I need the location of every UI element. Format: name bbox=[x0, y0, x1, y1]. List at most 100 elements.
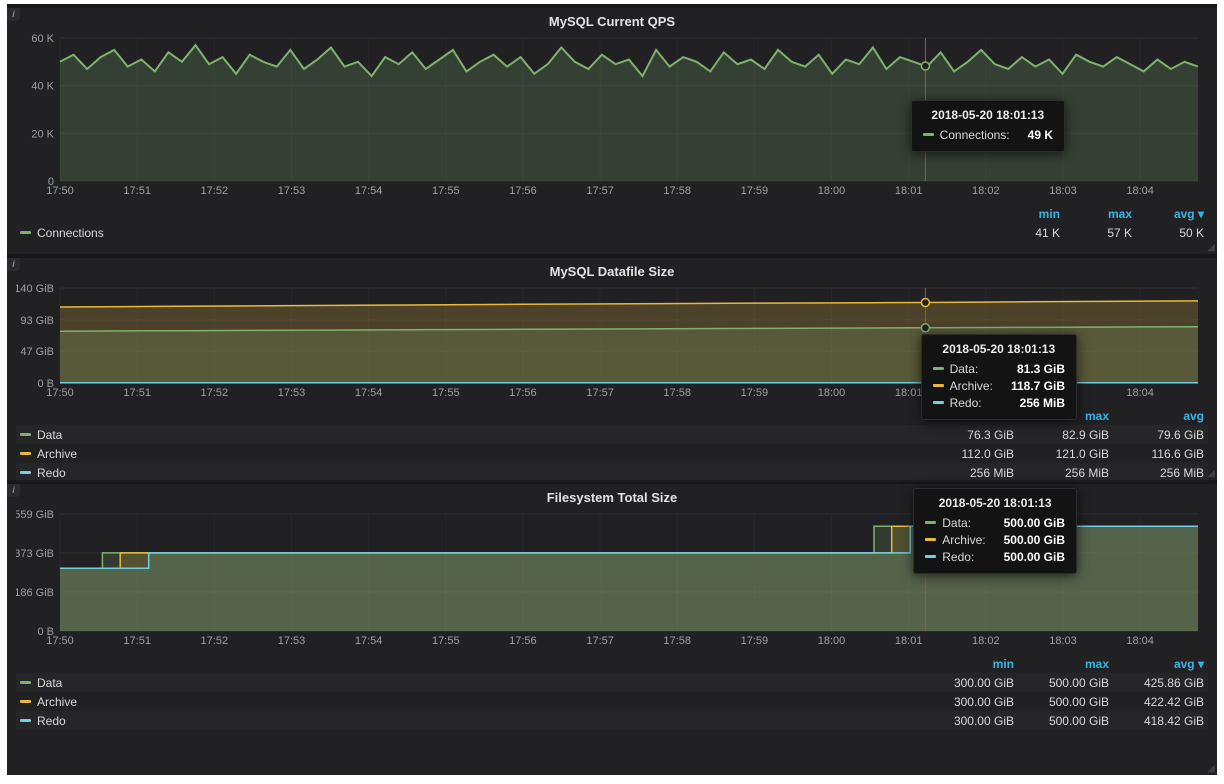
y-tick-label: 0 B bbox=[37, 626, 54, 638]
legend-min-value: 300.00 GiB bbox=[919, 695, 1014, 709]
series-color-swatch-icon bbox=[925, 538, 936, 541]
y-tick-label: 0 B bbox=[37, 378, 54, 390]
x-tick-label: 17:57 bbox=[586, 185, 614, 197]
x-tick-label: 18:00 bbox=[818, 185, 846, 197]
legend-min-value: 300.00 GiB bbox=[919, 676, 1014, 690]
legend-max-value: 121.0 GiB bbox=[1014, 447, 1109, 461]
tooltip-label-text: Redo: bbox=[950, 396, 982, 410]
tooltip-series-row: Connections:49 K bbox=[923, 127, 1053, 144]
grafana-dashboard: i MySQL Current QPS 17:5017:5117:5217:53… bbox=[7, 4, 1217, 775]
legend-max-value: 500.00 GiB bbox=[1014, 695, 1109, 709]
x-tick-label: 18:00 bbox=[818, 387, 846, 399]
x-tick-label: 18:03 bbox=[1049, 185, 1077, 197]
legend-series-row: Data76.3 GiB82.9 GiB79.6 GiB bbox=[16, 425, 1208, 444]
x-tick-label: 17:57 bbox=[586, 635, 614, 647]
legend-header-avg[interactable]: avg bbox=[1109, 409, 1204, 423]
y-tick-label: 93 GiB bbox=[20, 315, 54, 327]
chart-tooltip: 2018-05-20 18:01:13 Data:81.3 GiBArchive:… bbox=[921, 334, 1077, 420]
tooltip-label-text: Archive: bbox=[950, 379, 993, 393]
legend-series-name: Archive bbox=[37, 695, 77, 709]
x-tick-label: 17:52 bbox=[201, 387, 229, 399]
x-tick-label: 17:54 bbox=[355, 185, 383, 197]
panel-info-icon[interactable]: i bbox=[7, 8, 20, 21]
legend-series-toggle[interactable]: Archive bbox=[20, 695, 919, 709]
x-tick-label: 17:55 bbox=[432, 387, 460, 399]
legend-header-avg[interactable]: avg ▾ bbox=[1132, 207, 1204, 221]
x-tick-label: 17:52 bbox=[201, 185, 229, 197]
series-color-swatch-icon bbox=[20, 681, 31, 684]
legend-series-row: Redo300.00 GiB500.00 GiB418.42 GiB bbox=[16, 711, 1208, 730]
legend-header-row: minmaxavg ▾ bbox=[16, 654, 1208, 673]
x-tick-label: 17:58 bbox=[663, 635, 691, 647]
tooltip-value: 500.00 GiB bbox=[1004, 515, 1065, 532]
tooltip-label-text: Redo: bbox=[942, 550, 974, 564]
panel-resize-handle[interactable]: ◢ bbox=[1203, 242, 1215, 254]
series-color-swatch-icon bbox=[933, 401, 944, 404]
x-tick-label: 17:54 bbox=[355, 387, 383, 399]
tooltip-label-text: Data: bbox=[942, 516, 971, 530]
x-tick-label: 18:02 bbox=[972, 185, 1000, 197]
x-tick-label: 18:01 bbox=[895, 387, 923, 399]
x-tick-label: 17:56 bbox=[509, 185, 537, 197]
x-tick-label: 18:03 bbox=[1049, 635, 1077, 647]
tooltip-series-label: Data: bbox=[933, 361, 979, 378]
legend-series-toggle[interactable]: Redo bbox=[20, 466, 919, 480]
x-tick-label: 17:56 bbox=[509, 635, 537, 647]
x-tick-label: 17:59 bbox=[741, 387, 769, 399]
legend-max-value: 256 MiB bbox=[1014, 466, 1109, 480]
x-tick-label: 17:58 bbox=[663, 387, 691, 399]
x-tick-label: 17:51 bbox=[123, 635, 151, 647]
legend-series-toggle[interactable]: Archive bbox=[20, 447, 919, 461]
legend-series-row: Data300.00 GiB500.00 GiB425.86 GiB bbox=[16, 673, 1208, 692]
series-color-swatch-icon bbox=[20, 452, 31, 455]
legend-series-toggle[interactable]: Data bbox=[20, 676, 919, 690]
x-tick-label: 18:00 bbox=[818, 635, 846, 647]
y-tick-label: 20 K bbox=[31, 128, 54, 140]
x-tick-label: 17:55 bbox=[432, 635, 460, 647]
panel-title[interactable]: MySQL Datafile Size bbox=[16, 260, 1208, 282]
tooltip-series-row: Data:81.3 GiB bbox=[933, 361, 1065, 378]
legend-avg-value: 79.6 GiB bbox=[1109, 428, 1204, 442]
tooltip-label-text: Archive: bbox=[942, 533, 985, 547]
x-tick-label: 17:58 bbox=[663, 185, 691, 197]
panel-title[interactable]: MySQL Current QPS bbox=[16, 10, 1208, 32]
tooltip-timestamp: 2018-05-20 18:01:13 bbox=[923, 108, 1053, 122]
tooltip-value: 500.00 GiB bbox=[1004, 532, 1065, 549]
legend-max-value: 500.00 GiB bbox=[1014, 676, 1109, 690]
legend-series-name: Redo bbox=[37, 714, 66, 728]
tooltip-timestamp: 2018-05-20 18:01:13 bbox=[933, 342, 1065, 356]
panel-info-icon[interactable]: i bbox=[7, 258, 20, 271]
y-tick-label: 140 GiB bbox=[16, 283, 54, 295]
legend-header-max[interactable]: max bbox=[1060, 207, 1132, 221]
panel-mysql-qps: i MySQL Current QPS 17:5017:5117:5217:53… bbox=[7, 8, 1217, 254]
panel-info-icon[interactable]: i bbox=[7, 484, 20, 497]
legend-header-avg[interactable]: avg ▾ bbox=[1109, 657, 1204, 671]
legend-series-toggle[interactable]: Connections bbox=[20, 226, 988, 240]
tooltip-series-label: Redo: bbox=[925, 549, 974, 566]
y-tick-label: 60 K bbox=[31, 33, 54, 45]
tooltip-series-row: Redo:500.00 GiB bbox=[925, 549, 1065, 566]
legend-header-min[interactable]: min bbox=[988, 207, 1060, 221]
series-color-swatch-icon bbox=[933, 367, 944, 370]
x-tick-label: 18:04 bbox=[1126, 635, 1154, 647]
x-tick-label: 17:52 bbox=[201, 635, 229, 647]
tooltip-series-row: Data: 500.00 GiB bbox=[925, 515, 1065, 532]
legend-header-min[interactable]: min bbox=[919, 657, 1014, 671]
panel-resize-handle[interactable]: ◢ bbox=[1203, 763, 1215, 775]
series-color-swatch-icon bbox=[20, 700, 31, 703]
tooltip-series-label: Redo: bbox=[933, 395, 982, 412]
legend-max-value: 500.00 GiB bbox=[1014, 714, 1109, 728]
x-tick-label: 17:53 bbox=[278, 185, 306, 197]
legend-max-value: 82.9 GiB bbox=[1014, 428, 1109, 442]
panel-resize-handle[interactable]: ◢ bbox=[1203, 468, 1215, 480]
legend-series-row: Archive112.0 GiB121.0 GiB116.6 GiB bbox=[16, 444, 1208, 463]
legend-series-row: Archive300.00 GiB500.00 GiB422.42 GiB bbox=[16, 692, 1208, 711]
y-tick-label: 559 GiB bbox=[16, 509, 54, 521]
legend-avg-value: 256 MiB bbox=[1109, 466, 1204, 480]
tooltip-series-label: Data: bbox=[925, 515, 971, 532]
legend-header-max[interactable]: max bbox=[1014, 657, 1109, 671]
legend-series-toggle[interactable]: Redo bbox=[20, 714, 919, 728]
y-tick-label: 47 GiB bbox=[20, 346, 54, 358]
legend-series-toggle[interactable]: Data bbox=[20, 428, 919, 442]
x-tick-label: 17:51 bbox=[123, 185, 151, 197]
